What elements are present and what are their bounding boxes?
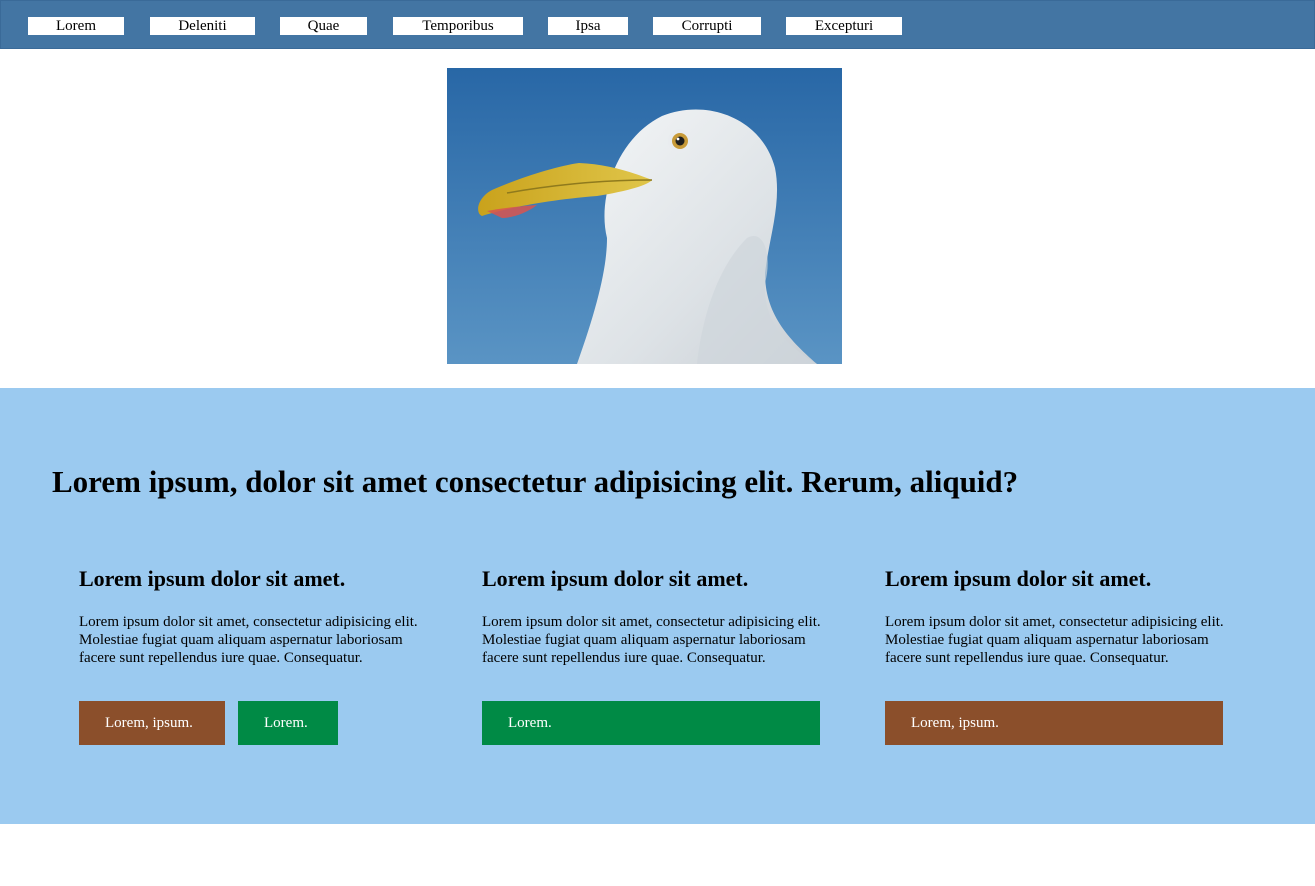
card-3-text: Lorem ipsum dolor sit amet, consectetur …	[885, 614, 1224, 666]
hero-image	[447, 68, 842, 364]
seagull-photo-icon	[447, 68, 842, 364]
card-3-button[interactable]: Lorem, ipsum.	[885, 701, 1223, 745]
content-section: Lorem ipsum, dolor sit amet consectetur …	[0, 388, 1315, 824]
section-title: Lorem ipsum, dolor sit amet consectetur …	[52, 464, 1019, 499]
card-2-button[interactable]: Lorem.	[482, 701, 820, 745]
card-1-title: Lorem ipsum dolor sit amet.	[79, 566, 346, 591]
nav-item-corrupti[interactable]: Corrupti	[653, 17, 761, 35]
card-1-text: Lorem ipsum dolor sit amet, consectetur …	[79, 614, 418, 666]
card-1-secondary-button[interactable]: Lorem.	[238, 701, 338, 745]
nav-item-ipsa[interactable]: Ipsa	[548, 17, 628, 35]
card-2-text: Lorem ipsum dolor sit amet, consectetur …	[482, 614, 821, 666]
nav-item-excepturi[interactable]: Excepturi	[786, 17, 902, 35]
card-1-primary-button[interactable]: Lorem, ipsum.	[79, 701, 225, 745]
nav-item-quae[interactable]: Quae	[280, 17, 367, 35]
nav-item-lorem[interactable]: Lorem	[28, 17, 124, 35]
nav-item-deleniti[interactable]: Deleniti	[150, 17, 255, 35]
nav-item-temporibus[interactable]: Temporibus	[393, 17, 523, 35]
card-3-title: Lorem ipsum dolor sit amet.	[885, 566, 1152, 591]
card-2-title: Lorem ipsum dolor sit amet.	[482, 566, 749, 591]
top-navigation-bar: Lorem Deleniti Quae Temporibus Ipsa Corr…	[0, 0, 1315, 49]
